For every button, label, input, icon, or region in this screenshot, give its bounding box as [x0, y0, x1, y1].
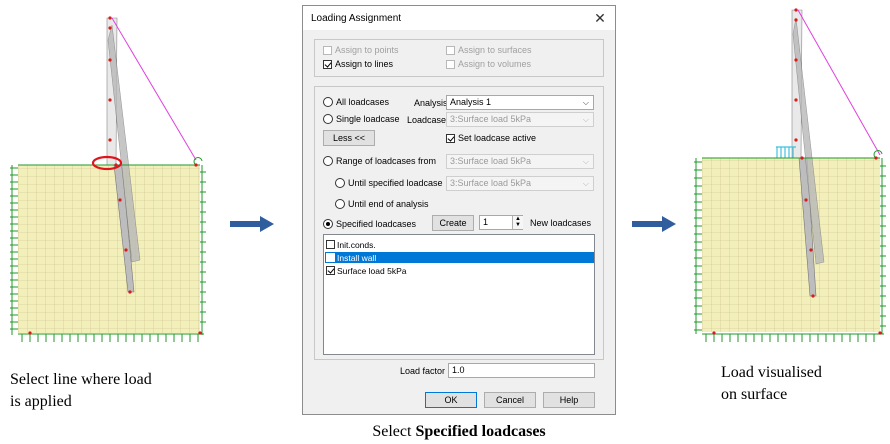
assign-surfaces-label: Assign to surfaces	[458, 45, 532, 55]
close-icon[interactable]: ✕	[591, 9, 609, 27]
checkbox-box	[446, 45, 455, 55]
load-factor-input[interactable]: 1.0	[448, 363, 595, 378]
list-item-label: Init.conds.	[337, 239, 376, 250]
new-loadcases-label: New loadcases	[530, 218, 592, 228]
load-factor-value: 1.0	[452, 365, 465, 375]
loading-assignment-dialog: Loading Assignment ✕ Assign to points As…	[302, 5, 616, 415]
set-loadcase-active-label: Set loadcase active	[458, 133, 537, 143]
loadcase-listbox[interactable]: Init.conds. Install wall Surface load 5k…	[323, 234, 595, 355]
set-loadcase-active-checkbox[interactable]: Set loadcase active	[446, 133, 536, 143]
surface-load-arrows	[776, 146, 796, 158]
left-caption: Select line where load is applied	[10, 369, 152, 413]
create-count-value: 1	[483, 217, 489, 227]
radio-circle[interactable]	[323, 156, 333, 166]
range-from-label: Range of loadcases from	[336, 156, 437, 166]
loadcase-label: Loadcase	[407, 115, 447, 125]
dialog-titlebar: Loading Assignment ✕	[303, 6, 615, 30]
analysis-label: Analysis	[414, 98, 448, 108]
dialog-title: Loading Assignment	[311, 13, 402, 24]
until-end-label: Until end of analysis	[348, 199, 429, 209]
until-specified-label: Until specified loadcase	[348, 178, 443, 188]
less-button[interactable]: Less <<	[323, 130, 375, 146]
list-item[interactable]: Surface load 5kPa	[325, 265, 594, 276]
right-caption: Load visualised on surface	[721, 362, 822, 406]
left-model-view[interactable]	[0, 0, 230, 350]
center-caption: Select Specified loadcases	[299, 421, 619, 443]
left-caption-line1: Select line where load	[10, 371, 152, 388]
assign-surfaces-checkbox: Assign to surfaces	[446, 45, 532, 55]
load-factor-label: Load factor	[400, 366, 446, 376]
until-end-radio[interactable]: Until end of analysis	[335, 199, 429, 209]
until-specified-radio[interactable]: Until specified loadcase	[335, 178, 443, 188]
flow-arrow-2	[632, 216, 676, 232]
range-from-value: 3:Surface load 5kPa	[450, 156, 532, 166]
ok-button[interactable]: OK	[425, 392, 477, 408]
create-button[interactable]: Create	[432, 215, 474, 231]
range-from-select: 3:Surface load 5kPa ⌵	[446, 154, 594, 169]
until-specified-value: 3:Surface load 5kPa	[450, 178, 532, 188]
spin-down-icon[interactable]: ▼	[513, 222, 523, 228]
assign-points-label: Assign to points	[335, 45, 399, 55]
radio-circle[interactable]	[323, 97, 333, 107]
assign-volumes-checkbox: Assign to volumes	[446, 59, 531, 69]
single-loadcase-radio[interactable]: Single loadcase	[323, 114, 400, 124]
help-button[interactable]: Help	[543, 392, 595, 408]
anchor-line	[797, 9, 881, 156]
analysis-select[interactable]: Analysis 1 ⌵	[446, 95, 594, 110]
right-caption-line2: on surface	[721, 386, 788, 403]
center-caption-prefix: Select	[372, 423, 416, 440]
chevron-down-icon: ⌵	[582, 179, 589, 188]
checkbox-box[interactable]	[326, 266, 335, 275]
checkbox-box	[323, 45, 332, 55]
assign-points-checkbox: Assign to points	[323, 45, 399, 55]
checkbox-box[interactable]	[326, 240, 335, 249]
list-item[interactable]: Install wall	[325, 252, 594, 263]
until-specified-select: 3:Surface load 5kPa ⌵	[446, 176, 594, 191]
list-item-label: Install wall	[337, 252, 377, 263]
radio-circle[interactable]	[335, 178, 345, 188]
radio-circle[interactable]	[323, 219, 333, 229]
left-support	[694, 158, 702, 334]
left-support	[10, 165, 18, 335]
loadcase-value: 3:Surface load 5kPa	[450, 114, 532, 124]
create-count-spinner[interactable]: ▲ ▼	[512, 216, 523, 229]
flow-arrow-1	[230, 216, 274, 232]
all-loadcases-radio[interactable]: All loadcases	[323, 97, 389, 107]
range-from-radio[interactable]: Range of loadcases from	[323, 156, 436, 166]
checkbox-box	[446, 59, 455, 69]
assign-lines-label: Assign to lines	[335, 59, 394, 69]
center-caption-bold: Specified loadcases	[415, 423, 546, 440]
chevron-down-icon: ⌵	[582, 98, 589, 107]
radio-circle[interactable]	[335, 199, 345, 209]
cancel-button[interactable]: Cancel	[484, 392, 536, 408]
right-caption-line1: Load visualised	[721, 364, 822, 381]
chevron-down-icon: ⌵	[582, 157, 589, 166]
checkbox-box[interactable]	[446, 133, 455, 143]
bottom-support	[702, 333, 884, 342]
list-item[interactable]: Init.conds.	[325, 239, 594, 250]
loadcase-select: 3:Surface load 5kPa ⌵	[446, 112, 594, 127]
checkbox-box[interactable]	[326, 253, 335, 262]
assign-lines-checkbox[interactable]: Assign to lines	[323, 59, 393, 69]
analysis-value: Analysis 1	[450, 97, 492, 107]
chevron-down-icon: ⌵	[582, 115, 589, 124]
all-loadcases-label: All loadcases	[336, 97, 390, 107]
radio-circle[interactable]	[323, 114, 333, 124]
right-model-view[interactable]	[684, 0, 890, 350]
assign-volumes-label: Assign to volumes	[458, 59, 532, 69]
list-item-label: Surface load 5kPa	[337, 265, 407, 276]
checkbox-box[interactable]	[323, 59, 332, 69]
specified-loadcases-radio[interactable]: Specified loadcases	[323, 219, 416, 229]
bottom-support	[18, 333, 204, 342]
left-caption-line2: is applied	[10, 393, 72, 410]
single-loadcase-label: Single loadcase	[336, 114, 400, 124]
specified-loadcases-label: Specified loadcases	[336, 219, 417, 229]
